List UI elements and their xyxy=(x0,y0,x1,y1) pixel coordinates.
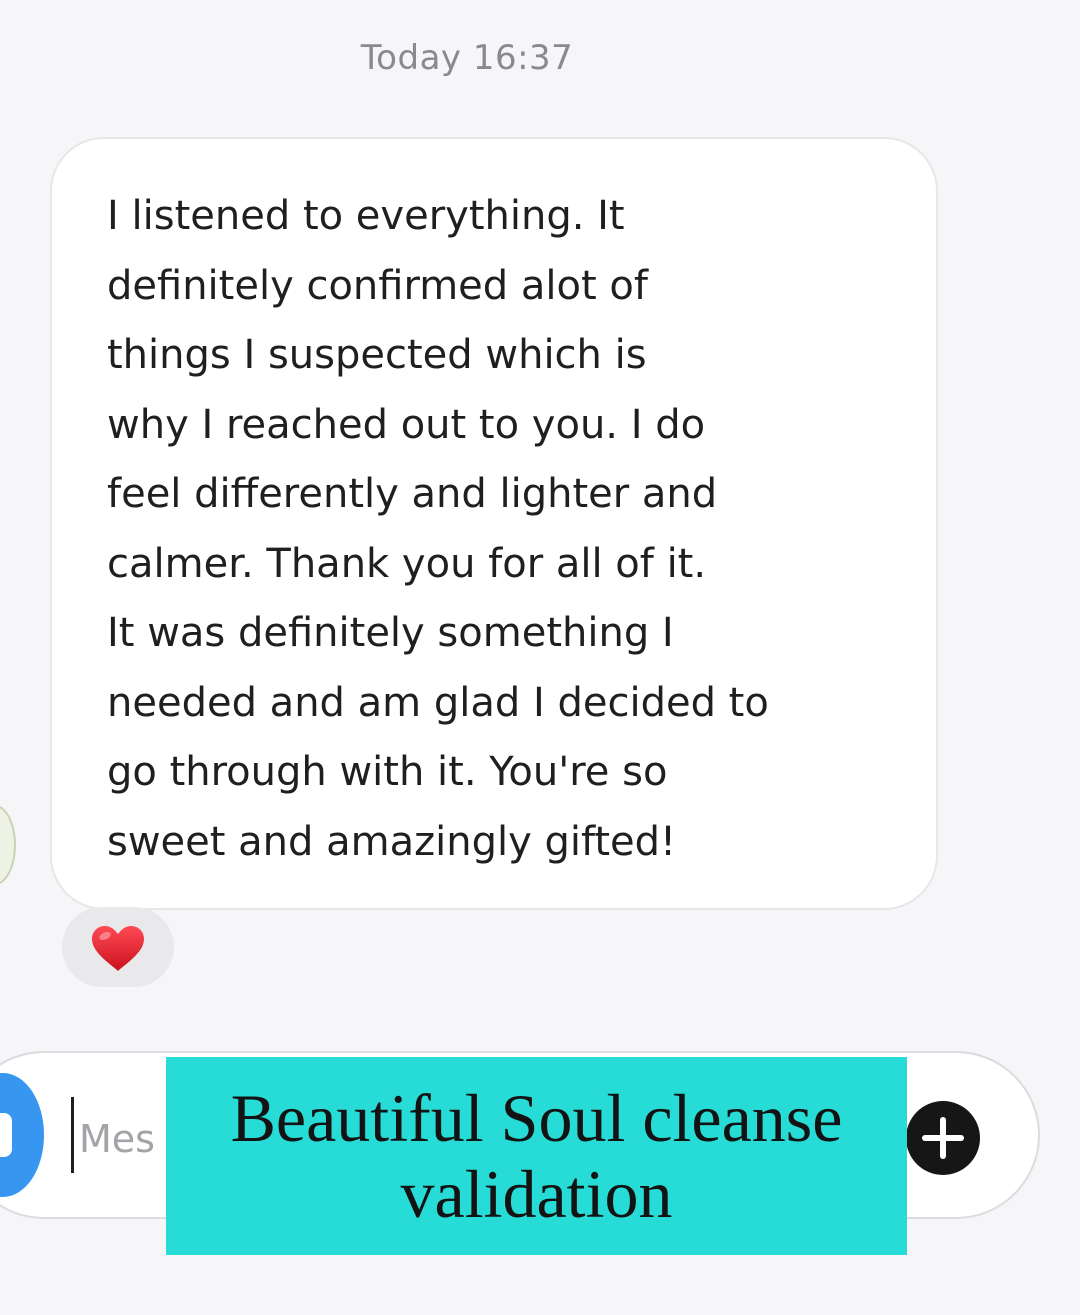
caption-line-1: Beautiful Soul cleanse xyxy=(230,1080,843,1156)
sender-avatar[interactable] xyxy=(0,805,16,885)
camera-icon xyxy=(0,1113,12,1157)
plus-button[interactable] xyxy=(906,1101,980,1175)
message-timestamp: Today 16:37 xyxy=(360,38,574,78)
message-input[interactable]: Mes xyxy=(79,1115,155,1163)
message-bubble[interactable]: I listened to everything. It definitely … xyxy=(50,137,938,910)
text-cursor xyxy=(71,1097,74,1173)
message-text: I listened to everything. It definitely … xyxy=(107,193,769,865)
caption-line-2: validation xyxy=(400,1156,673,1232)
caption-banner: Beautiful Soul cleanse validation xyxy=(166,1057,907,1255)
heart-reaction[interactable] xyxy=(62,907,174,987)
plus-icon xyxy=(922,1117,964,1159)
heart-icon xyxy=(92,926,144,971)
caption-text: Beautiful Soul cleanse validation xyxy=(231,1080,843,1232)
